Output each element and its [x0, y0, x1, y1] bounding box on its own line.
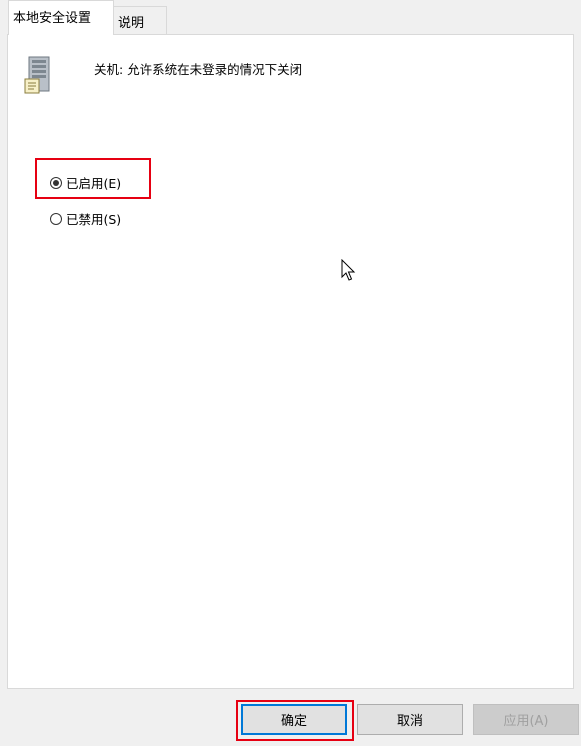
tab-explain[interactable]: 说明	[113, 6, 167, 35]
tab-local-security-setting[interactable]: 本地安全设置	[8, 0, 114, 35]
apply-button[interactable]: 应用(A)	[473, 704, 579, 735]
cancel-label: 取消	[396, 714, 423, 729]
cancel-button[interactable]: 取消	[357, 704, 463, 735]
ok-button[interactable]: 确定	[241, 704, 347, 735]
tab-label: 说明	[118, 16, 145, 31]
radio-button-unchecked[interactable]	[50, 212, 62, 225]
mouse-pointer-icon	[341, 258, 357, 283]
disabled-radio-option[interactable]: 已禁用(S)	[50, 209, 121, 228]
server-icon	[23, 55, 55, 95]
tab-label: 本地安全设置	[13, 11, 92, 26]
apply-label: 应用(A)	[503, 714, 549, 729]
enabled-label: 已启用(E)	[66, 176, 122, 191]
policy-title: 关机: 允许系统在未登录的情况下关闭	[94, 62, 303, 77]
enabled-radio-option[interactable]: 已启用(E)	[50, 173, 121, 192]
disabled-label: 已禁用(S)	[66, 212, 122, 227]
radio-button-checked[interactable]	[50, 176, 62, 189]
tab-strip: 本地安全设置 说明	[0, 0, 581, 35]
settings-panel: 关机: 允许系统在未登录的情况下关闭 已启用(E) 已禁用(S)	[7, 34, 574, 689]
ok-label: 确定	[280, 714, 307, 729]
